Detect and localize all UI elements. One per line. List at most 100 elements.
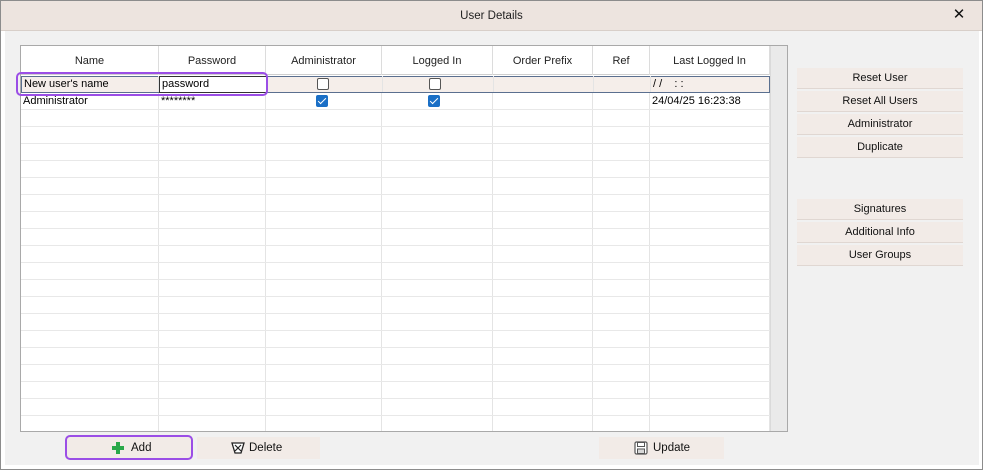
- table-row[interactable]: [21, 348, 770, 365]
- grid-cell[interactable]: [382, 331, 493, 347]
- grid-cell[interactable]: [650, 331, 770, 347]
- grid-cell[interactable]: [266, 382, 382, 398]
- grid-cell[interactable]: [266, 127, 382, 143]
- new-user-name-cell[interactable]: New user's name: [22, 76, 159, 92]
- grid-cell[interactable]: [159, 365, 266, 381]
- new-user-last-logged-in-cell[interactable]: / / : :: [651, 76, 771, 92]
- grid-cell[interactable]: [382, 382, 493, 398]
- grid-cell[interactable]: [493, 229, 593, 245]
- table-row[interactable]: [21, 314, 770, 331]
- new-user-order-prefix-cell[interactable]: [494, 76, 594, 92]
- grid-cell[interactable]: [21, 161, 159, 177]
- grid-cell[interactable]: [493, 246, 593, 262]
- grid-cell[interactable]: [593, 229, 650, 245]
- grid-cell[interactable]: [650, 246, 770, 262]
- additional-info-button[interactable]: Additional Info: [797, 222, 963, 243]
- grid-cell[interactable]: [159, 144, 266, 160]
- grid-vertical-scrollbar[interactable]: [770, 46, 787, 431]
- grid-cell[interactable]: [593, 263, 650, 279]
- grid-cell[interactable]: [593, 416, 650, 431]
- grid-cell[interactable]: [21, 280, 159, 296]
- table-row[interactable]: [21, 399, 770, 416]
- grid-cell[interactable]: [382, 365, 493, 381]
- grid-cell[interactable]: [593, 382, 650, 398]
- grid-cell[interactable]: [650, 161, 770, 177]
- grid-cell[interactable]: [159, 416, 266, 431]
- grid-cell[interactable]: [382, 246, 493, 262]
- add-button[interactable]: Add: [67, 437, 192, 459]
- close-icon[interactable]: ✕: [950, 6, 968, 24]
- grid-cell[interactable]: [493, 280, 593, 296]
- grid-cell[interactable]: [493, 331, 593, 347]
- grid-cell[interactable]: [593, 348, 650, 364]
- grid-cell[interactable]: [159, 263, 266, 279]
- grid-cell[interactable]: [493, 348, 593, 364]
- grid-cell[interactable]: [382, 127, 493, 143]
- new-user-password-input[interactable]: password: [159, 76, 267, 93]
- new-user-ref-cell[interactable]: [594, 76, 651, 92]
- grid-cell[interactable]: [382, 416, 493, 431]
- grid-cell[interactable]: [650, 382, 770, 398]
- grid-cell[interactable]: [266, 331, 382, 347]
- grid-cell[interactable]: [266, 161, 382, 177]
- grid-cell[interactable]: [493, 314, 593, 330]
- grid-cell[interactable]: [650, 263, 770, 279]
- grid-cell[interactable]: [493, 195, 593, 211]
- grid-cell[interactable]: [593, 331, 650, 347]
- table-row[interactable]: [21, 195, 770, 212]
- delete-button[interactable]: Delete: [197, 437, 320, 459]
- reset-all-users-button[interactable]: Reset All Users: [797, 91, 963, 112]
- table-row[interactable]: [21, 127, 770, 144]
- grid-cell[interactable]: [493, 297, 593, 313]
- grid-cell[interactable]: [382, 195, 493, 211]
- grid-cell[interactable]: [266, 314, 382, 330]
- signatures-button[interactable]: Signatures: [797, 199, 963, 220]
- grid-cell[interactable]: [382, 144, 493, 160]
- user-last-logged-in-cell[interactable]: 24/04/25 16:23:38: [650, 93, 770, 109]
- grid-cell[interactable]: [493, 110, 593, 126]
- grid-cell[interactable]: [493, 161, 593, 177]
- column-header-logged-in[interactable]: Logged In: [382, 46, 493, 75]
- user-logged-in-checkbox[interactable]: [428, 95, 440, 107]
- grid-cell[interactable]: [159, 280, 266, 296]
- grid-cell[interactable]: [159, 110, 266, 126]
- new-user-administrator-checkbox[interactable]: [317, 78, 329, 90]
- table-row[interactable]: [21, 365, 770, 382]
- user-name-cell[interactable]: Administrator: [21, 93, 159, 109]
- grid-cell[interactable]: [593, 246, 650, 262]
- table-row[interactable]: [21, 416, 770, 431]
- grid-cell[interactable]: [159, 246, 266, 262]
- grid-cell[interactable]: [382, 399, 493, 415]
- table-row[interactable]: [21, 178, 770, 195]
- grid-cell[interactable]: [21, 127, 159, 143]
- grid-cell[interactable]: [493, 263, 593, 279]
- grid-cell[interactable]: [493, 416, 593, 431]
- grid-cell[interactable]: [593, 110, 650, 126]
- grid-cell[interactable]: [593, 212, 650, 228]
- grid-cell[interactable]: [593, 297, 650, 313]
- grid-cell[interactable]: [382, 314, 493, 330]
- column-header-name[interactable]: Name: [21, 46, 159, 75]
- grid-cell[interactable]: [266, 110, 382, 126]
- duplicate-button[interactable]: Duplicate: [797, 137, 963, 158]
- grid-cell[interactable]: [21, 246, 159, 262]
- grid-cell[interactable]: [650, 144, 770, 160]
- grid-cell[interactable]: [21, 382, 159, 398]
- grid-cell[interactable]: [266, 178, 382, 194]
- grid-cell[interactable]: [382, 178, 493, 194]
- grid-cell[interactable]: [266, 212, 382, 228]
- grid-cell[interactable]: [21, 212, 159, 228]
- grid-cell[interactable]: [650, 212, 770, 228]
- grid-cell[interactable]: [593, 161, 650, 177]
- grid-cell[interactable]: [593, 178, 650, 194]
- grid-cell[interactable]: [593, 127, 650, 143]
- grid-cell[interactable]: [593, 399, 650, 415]
- grid-cell[interactable]: [21, 314, 159, 330]
- grid-cell[interactable]: [159, 314, 266, 330]
- user-groups-button[interactable]: User Groups: [797, 245, 963, 266]
- column-header-last-logged-in[interactable]: Last Logged In: [650, 46, 770, 75]
- table-row[interactable]: [21, 280, 770, 297]
- grid-cell[interactable]: [21, 178, 159, 194]
- grid-cell[interactable]: [159, 331, 266, 347]
- grid-cell[interactable]: [493, 382, 593, 398]
